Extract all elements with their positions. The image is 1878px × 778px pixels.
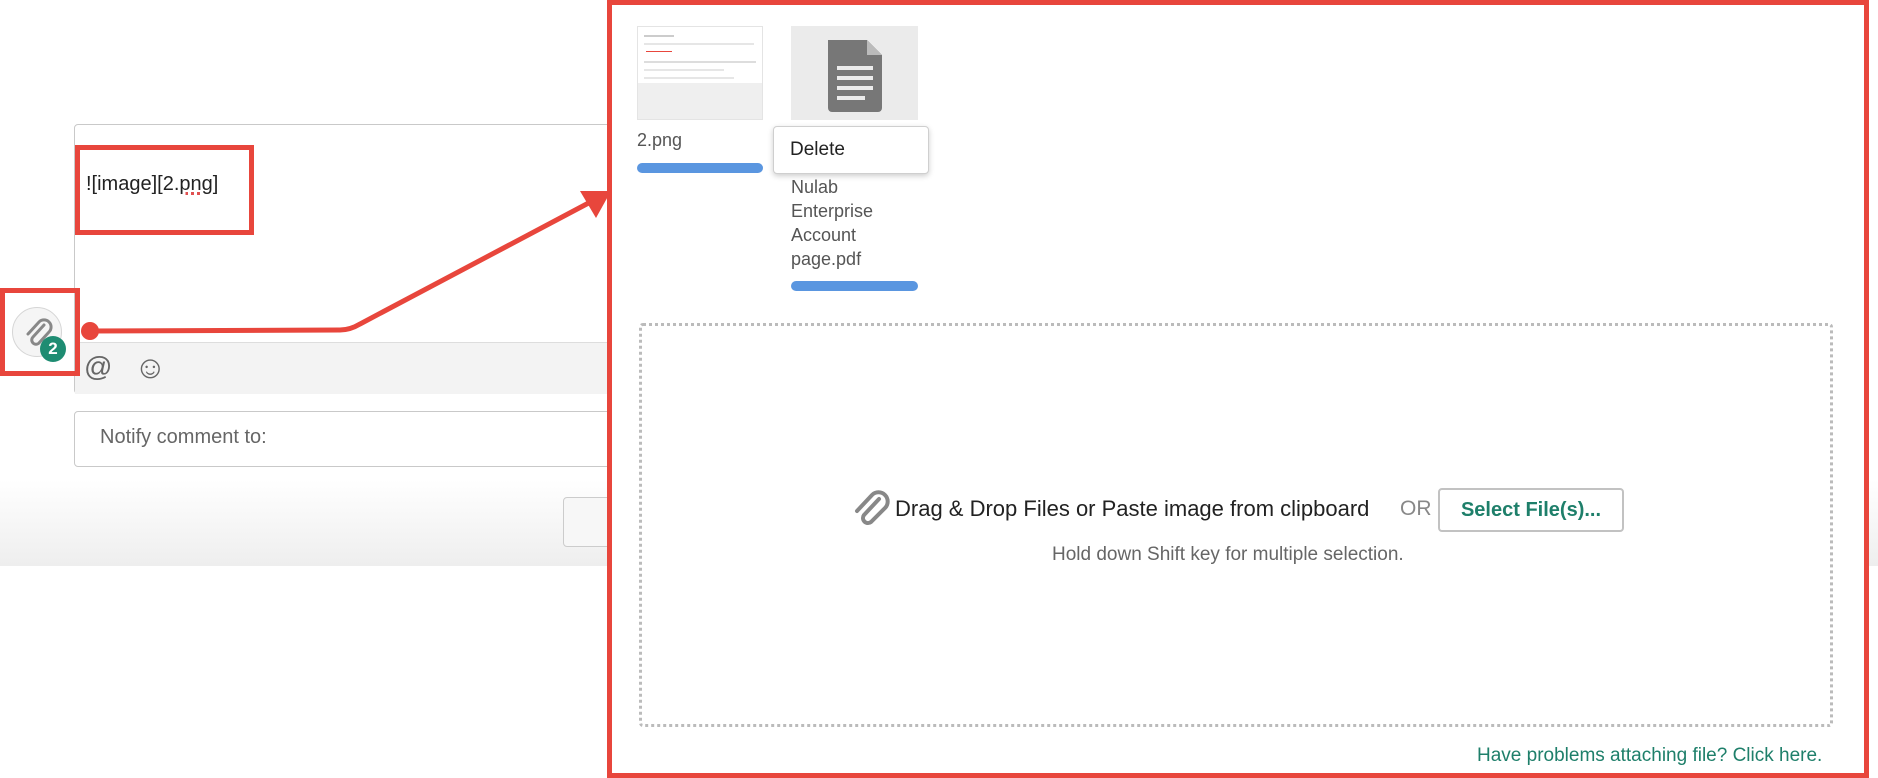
annotation-arrow	[81, 191, 611, 340]
